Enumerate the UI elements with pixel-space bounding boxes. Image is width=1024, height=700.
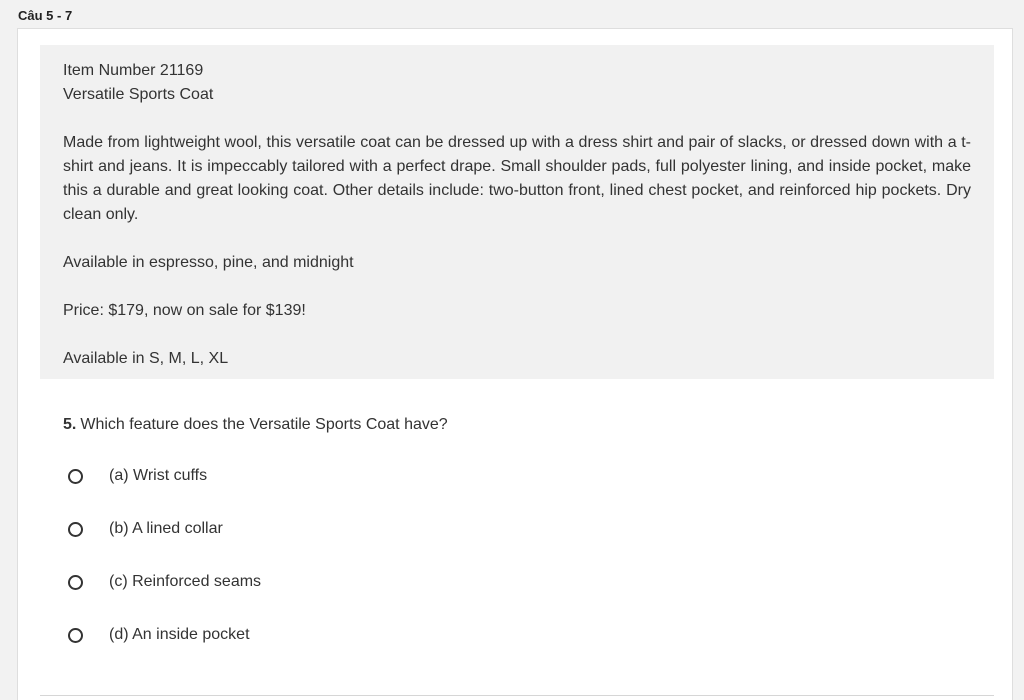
answer-label-c[interactable]: (c) Reinforced seams xyxy=(109,572,261,592)
radio-button-d[interactable] xyxy=(68,627,83,643)
answer-label-d[interactable]: (d) An inside pocket xyxy=(109,625,250,645)
radio-button-a[interactable] xyxy=(68,468,83,484)
question-prompt: 5. Which feature does the Versatile Sport… xyxy=(63,415,448,435)
question-card: Item Number 21169 Versatile Sports Coat … xyxy=(17,28,1013,700)
product-description: Made from lightweight wool, this versati… xyxy=(63,134,971,223)
answer-option-d[interactable]: (d) An inside pocket xyxy=(68,624,668,646)
product-name: Versatile Sports Coat xyxy=(63,86,214,103)
answer-option-a[interactable]: (a) Wrist cuffs xyxy=(68,465,668,487)
price-text: Price: $179, now on sale for $139! xyxy=(63,302,306,319)
quiz-page: Câu 5 - 7 Item Number 21169 Versatile Sp… xyxy=(0,0,1024,700)
answer-options: (a) Wrist cuffs (b) A lined collar (c) R… xyxy=(68,465,668,677)
available-sizes: Available in S, M, L, XL xyxy=(63,350,229,367)
answer-label-a[interactable]: (a) Wrist cuffs xyxy=(109,466,207,486)
available-colors: Available in espresso, pine, and midnigh… xyxy=(63,254,354,271)
radio-button-c[interactable] xyxy=(68,574,83,590)
question-text: Which feature does the Versatile Sports … xyxy=(80,416,448,433)
divider xyxy=(40,695,994,696)
answer-label-b[interactable]: (b) A lined collar xyxy=(109,519,223,539)
question-number: 5. xyxy=(63,416,77,433)
radio-button-b[interactable] xyxy=(68,521,83,537)
answer-option-b[interactable]: (b) A lined collar xyxy=(68,518,668,540)
reading-passage: Item Number 21169 Versatile Sports Coat … xyxy=(40,45,994,379)
answer-option-c[interactable]: (c) Reinforced seams xyxy=(68,571,668,593)
item-number: Item Number 21169 xyxy=(63,62,204,79)
section-title: Câu 5 - 7 xyxy=(18,8,73,23)
